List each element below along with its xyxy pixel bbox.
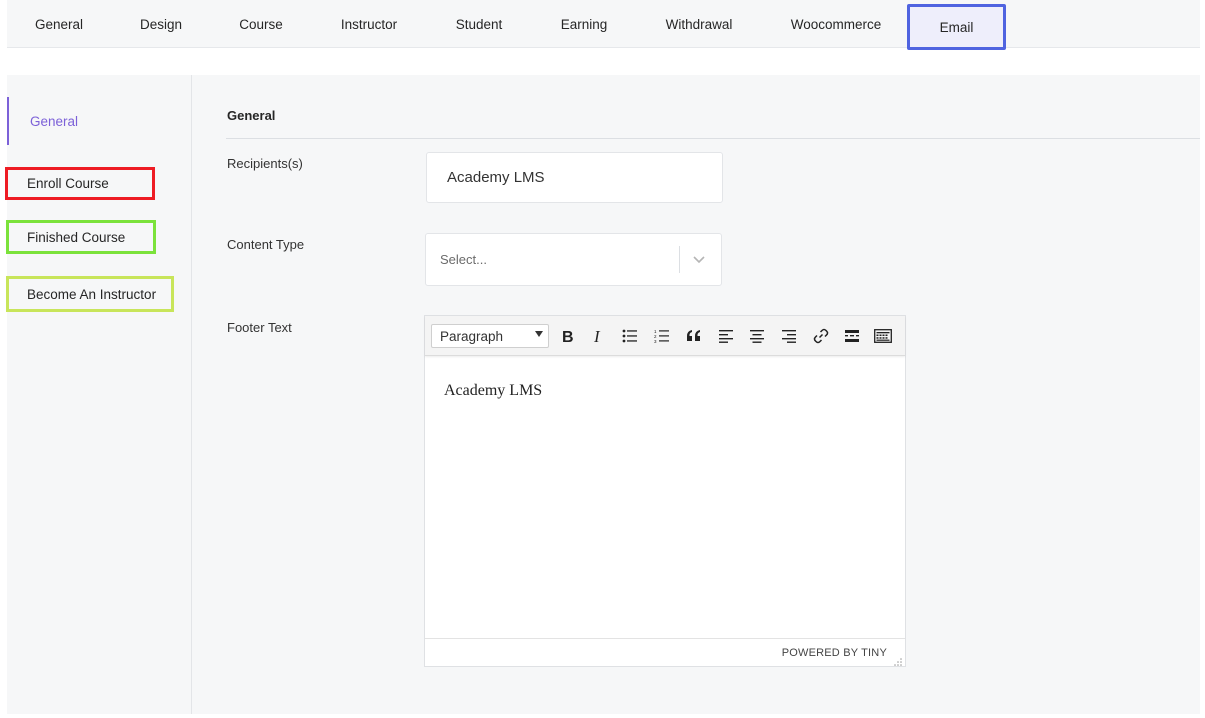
sidebar-item-label: Become An Instructor	[27, 286, 157, 302]
align-left-icon[interactable]	[715, 325, 737, 347]
powered-by-link[interactable]: POWERED BY TINY	[782, 647, 887, 659]
tab-instructor[interactable]: Instructor	[311, 0, 427, 48]
email-settings-panel: General Enroll Course Finished Course Be…	[5, 75, 1200, 714]
tab-student[interactable]: Student	[427, 0, 531, 48]
bold-icon[interactable]: B	[556, 325, 578, 347]
horizontal-rule-icon[interactable]	[841, 325, 863, 347]
tab-earning[interactable]: Earning	[531, 0, 637, 48]
resize-handle-icon[interactable]	[893, 654, 903, 666]
link-icon[interactable]	[810, 325, 832, 347]
editor-statusbar: POWERED BY TINY	[425, 638, 905, 666]
svg-text:B: B	[562, 329, 574, 344]
content-type-label: Content Type	[227, 237, 305, 252]
blockquote-icon[interactable]	[683, 325, 705, 347]
svg-text:I: I	[593, 328, 601, 344]
tab-general[interactable]: General	[7, 0, 111, 48]
sidebar-item-become-an-instructor[interactable]: Become An Instructor	[6, 276, 174, 312]
tab-email[interactable]: Email	[907, 4, 1006, 50]
section-divider	[226, 138, 1200, 139]
content-type-placeholder: Select...	[440, 252, 487, 267]
svg-text:3: 3	[654, 339, 657, 343]
align-center-icon[interactable]	[746, 325, 768, 347]
sidebar-item-enroll-course[interactable]: Enroll Course	[5, 167, 155, 200]
align-right-icon[interactable]	[778, 325, 800, 347]
bullet-list-icon[interactable]	[619, 325, 641, 347]
footer-text-editor: Paragraph B I 123 Academy LMS POWERED BY…	[424, 315, 906, 667]
tab-design[interactable]: Design	[111, 0, 211, 48]
sidebar-item-label: General	[30, 113, 79, 129]
recipients-label: Recipients(s)	[227, 156, 303, 171]
tab-woocommerce[interactable]: Woocommerce	[761, 0, 911, 48]
chevron-down-icon[interactable]	[687, 248, 711, 272]
sidebar-item-general[interactable]: General	[7, 97, 157, 145]
editor-content[interactable]: Academy LMS	[444, 382, 542, 400]
block-format-select[interactable]: Paragraph	[431, 324, 549, 348]
section-title: General	[227, 108, 276, 123]
numbered-list-icon[interactable]: 123	[651, 325, 673, 347]
content-type-select[interactable]: Select...	[425, 233, 722, 286]
sidebar-divider	[191, 75, 192, 714]
tab-withdrawal[interactable]: Withdrawal	[637, 0, 761, 48]
editor-toolbar: Paragraph B I 123	[425, 316, 905, 356]
recipients-value: Academy LMS	[447, 169, 545, 186]
keyboard-icon[interactable]	[872, 325, 894, 347]
footer-text-label: Footer Text	[227, 320, 292, 335]
recipients-input[interactable]: Academy LMS	[426, 152, 723, 203]
italic-icon[interactable]: I	[587, 325, 609, 347]
sidebar-item-label: Enroll Course	[27, 176, 109, 191]
tab-course[interactable]: Course	[211, 0, 311, 48]
select-separator	[679, 246, 680, 273]
block-format-value: Paragraph	[440, 328, 504, 344]
sidebar-item-label: Finished Course	[27, 229, 126, 245]
settings-tabs: General Design Course Instructor Student…	[7, 0, 1200, 50]
sidebar-item-finished-course[interactable]: Finished Course	[6, 220, 156, 254]
caret-down-icon	[535, 331, 543, 337]
